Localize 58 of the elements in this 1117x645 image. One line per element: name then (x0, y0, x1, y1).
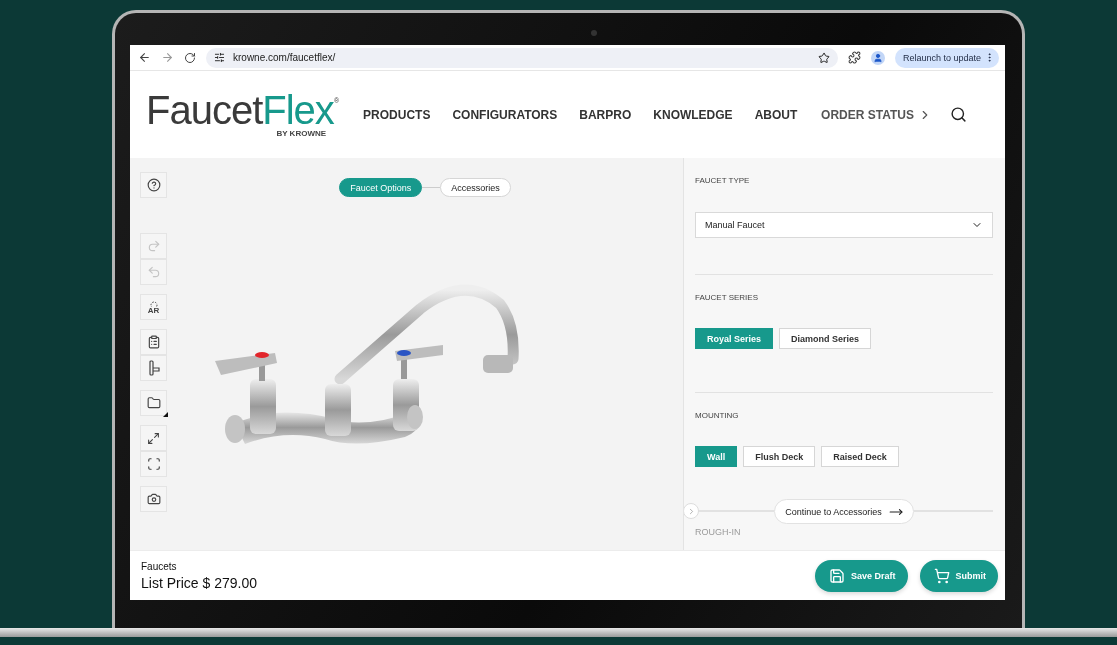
save-icon (828, 567, 845, 584)
clipboard-tool-button[interactable] (140, 329, 167, 355)
folder-icon (146, 396, 161, 410)
help-tool-button[interactable] (140, 172, 167, 198)
relaunch-button[interactable]: Relaunch to update (894, 47, 999, 68)
step-tab[interactable]: Faucet Options (339, 178, 423, 197)
logo-wordmark[interactable]: FaucetFlex$^{®}$ (146, 91, 339, 129)
extensions-icon[interactable] (847, 51, 861, 64)
handle-tool-button[interactable] (140, 355, 167, 381)
logo-byline: BY KROWNE (276, 129, 327, 138)
ar-tool-button[interactable]: AR (140, 294, 167, 320)
option-button[interactable]: Wall (695, 446, 738, 467)
nav-link[interactable]: PRODUCTS (363, 107, 431, 122)
forward-icon[interactable] (161, 51, 174, 64)
category-label: Faucets (141, 560, 178, 572)
list-price: List Price $ 279.00 (141, 574, 257, 591)
frame-tool-button[interactable] (140, 451, 167, 477)
cart-icon (933, 567, 950, 584)
back-icon[interactable] (138, 51, 151, 64)
camera-tool-button[interactable] (140, 486, 167, 512)
undo-icon (146, 265, 161, 279)
profile-avatar[interactable] (870, 50, 885, 65)
site-settings-icon[interactable] (214, 52, 225, 63)
clipboard-icon (146, 335, 161, 349)
star-icon[interactable] (817, 51, 830, 64)
save-draft-button[interactable]: Save Draft (814, 559, 908, 592)
reload-icon[interactable] (184, 51, 196, 64)
expand-tool-button[interactable] (140, 425, 167, 451)
faucet-type-select[interactable]: Manual Faucet (695, 212, 993, 238)
nav-link[interactable]: CONFIGURATORS (452, 107, 558, 122)
nav-link[interactable]: ABOUT (754, 107, 798, 122)
nav-link[interactable]: BARPRO (579, 107, 632, 122)
expand-icon (147, 431, 160, 445)
collapse-handle[interactable] (684, 503, 699, 519)
submit-button[interactable]: Submit (919, 559, 998, 592)
webcam-icon (591, 30, 597, 36)
search-icon[interactable] (950, 106, 967, 123)
section-title: FAUCET TYPE (695, 176, 751, 185)
url-text: krowne.com/faucetflex/ (233, 52, 337, 63)
order-status-link[interactable]: ORDER STATUS (821, 107, 932, 122)
camera-icon (146, 492, 161, 506)
option-button[interactable]: Raised Deck (821, 446, 899, 467)
step-tab[interactable]: Accessories (440, 178, 511, 197)
frame-icon (146, 457, 161, 471)
continue-button[interactable]: Continue to Accessories (774, 499, 914, 524)
nav-link[interactable]: KNOWLEDGE (653, 107, 733, 122)
option-button[interactable]: Royal Series (695, 328, 774, 349)
address-bar[interactable]: krowne.com/faucetflex/ (206, 47, 838, 68)
corner-triangle-icon (163, 412, 168, 417)
section-title: MOUNTING (695, 411, 740, 420)
redo-icon (146, 239, 161, 253)
section-title: FAUCET SERIES (695, 293, 759, 302)
option-button[interactable]: Flush Deck (743, 446, 816, 467)
folder-tool-button[interactable] (140, 390, 167, 416)
faucet-handle-icon (146, 360, 161, 376)
section-title: ROUGH-IN (695, 527, 742, 537)
help-icon (146, 178, 161, 192)
option-button[interactable]: Diamond Series (779, 328, 872, 349)
